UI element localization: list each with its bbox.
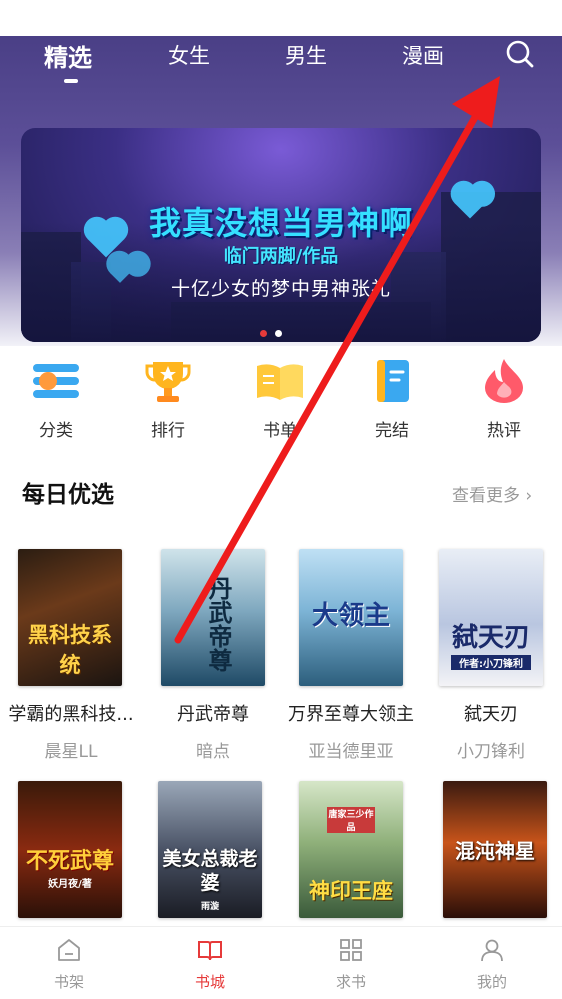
nav-label: 求书 <box>335 973 366 991</box>
nav-label: 书架 <box>53 973 84 991</box>
trophy-icon <box>143 356 193 406</box>
book-cover[interactable]: 丹武帝尊 <box>161 549 265 686</box>
cover-title: 弑天刃 <box>451 623 530 653</box>
flame-icon <box>479 356 529 406</box>
book-cover[interactable]: 混沌神星 <box>443 781 547 918</box>
nav-bookstore[interactable]: 书城 <box>170 937 250 992</box>
grid-icon <box>338 937 364 963</box>
book-title[interactable]: 万界至尊大领主 <box>276 700 426 726</box>
book-cover[interactable]: 弑天刃 作者:小刀锋利 <box>439 549 543 686</box>
nav-request-book[interactable]: 求书 <box>311 937 391 992</box>
carousel-dot[interactable] <box>275 330 282 337</box>
open-book-icon <box>197 937 223 963</box>
home-icon <box>56 937 82 963</box>
cover-title: 黑科技系统 <box>28 623 112 677</box>
carousel-dot-active[interactable] <box>260 330 267 337</box>
category-label: 完结 <box>375 421 409 441</box>
category-hot-reviews[interactable]: 热评 <box>464 356 544 441</box>
category-label: 分类 <box>39 421 73 441</box>
cover-title: 美女总裁老婆 <box>162 848 258 894</box>
nav-label: 书城 <box>194 973 225 991</box>
book-cover[interactable]: 黑科技系统 <box>18 549 122 686</box>
category-label: 热评 <box>487 421 521 441</box>
category-classify[interactable]: 分类 <box>16 356 96 441</box>
user-icon <box>479 937 505 963</box>
book-author: 亚当德里亚 <box>308 742 394 762</box>
nav-bookshelf[interactable]: 书架 <box>29 937 109 992</box>
list-icon <box>31 356 81 406</box>
view-more-link[interactable]: 查看更多 › <box>452 481 532 506</box>
category-label: 书单 <box>263 421 297 441</box>
book-author: 小刀锋利 <box>457 742 525 762</box>
section-title: 每日优选 <box>22 482 114 508</box>
book-cover[interactable]: 不死武尊 妖月夜/著 <box>18 781 122 918</box>
tab-comics[interactable]: 漫画 <box>402 40 444 70</box>
tab-male[interactable]: 男生 <box>285 40 327 70</box>
category-ranking[interactable]: 排行 <box>128 356 208 441</box>
cover-title: 神印王座 <box>309 879 393 903</box>
carousel-dots <box>260 322 290 341</box>
book-title[interactable]: 学霸的黑科技... <box>6 700 136 726</box>
book-author: 晨星LL <box>44 742 98 762</box>
cover-subtitle: 妖月夜/著 <box>48 879 92 890</box>
open-book-icon <box>255 356 305 406</box>
search-button[interactable] <box>502 36 538 72</box>
cover-subtitle: 作者:小刀锋利 <box>451 655 531 670</box>
tab-female[interactable]: 女生 <box>168 40 210 70</box>
book-cover[interactable]: 美女总裁老婆 雨漩 <box>158 781 262 918</box>
cover-subtitle: 唐家三少作品 <box>327 807 375 833</box>
banner-author: 临门两脚/作品 <box>223 246 339 267</box>
category-booklist[interactable]: 书单 <box>240 356 320 441</box>
cover-title: 混沌神星 <box>455 839 535 863</box>
book-cover[interactable]: 唐家三少作品 神印王座 <box>299 781 403 918</box>
search-icon <box>506 40 534 68</box>
book-title[interactable]: 丹武帝尊 <box>138 700 288 726</box>
banner-title: 我真没想当男神啊 <box>148 204 413 242</box>
banner-carousel[interactable]: 我真没想当男神啊 临门两脚/作品 十亿少女的梦中男神张礼 <box>21 128 541 342</box>
category-row: 分类 排行 书单 完结 热评 <box>0 356 562 446</box>
book-cover[interactable]: 大领主 <box>299 549 403 686</box>
tab-featured[interactable]: 精选 <box>44 38 92 73</box>
status-bar <box>0 0 562 36</box>
cover-subtitle: 雨漩 <box>200 902 219 912</box>
cover-title: 大领主 <box>311 601 390 631</box>
active-tab-indicator <box>64 79 78 83</box>
nav-label: 我的 <box>476 973 507 991</box>
book-icon <box>367 356 417 406</box>
category-label: 排行 <box>151 421 185 441</box>
cover-title: 丹武帝尊 <box>204 576 232 672</box>
banner-tagline: 十亿少女的梦中男神张礼 <box>170 278 391 300</box>
book-title[interactable]: 弑天刃 <box>416 700 562 726</box>
book-author: 暗点 <box>196 742 230 762</box>
category-completed[interactable]: 完结 <box>352 356 432 441</box>
bottom-nav: 书架 书城 求书 我的 <box>0 926 562 999</box>
cover-title: 不死武尊 <box>25 849 114 874</box>
nav-profile[interactable]: 我的 <box>452 937 532 992</box>
top-tabs: 精选 女生 男生 漫画 <box>0 36 562 96</box>
